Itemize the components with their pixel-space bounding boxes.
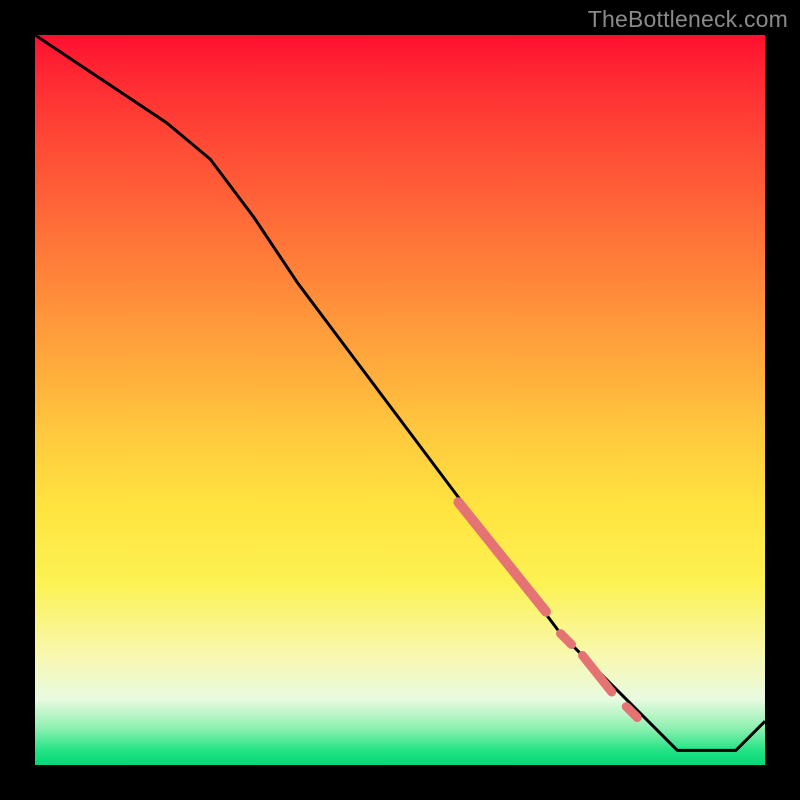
overlay-segment-2 xyxy=(583,656,612,693)
chart-svg xyxy=(35,35,765,765)
plot-area xyxy=(35,35,765,765)
watermark-text: TheBottleneck.com xyxy=(588,6,788,33)
overlay-segment-1 xyxy=(561,634,572,645)
overlay-segment-0 xyxy=(458,502,546,612)
main-curve xyxy=(35,35,765,750)
chart-frame: TheBottleneck.com xyxy=(0,0,800,800)
